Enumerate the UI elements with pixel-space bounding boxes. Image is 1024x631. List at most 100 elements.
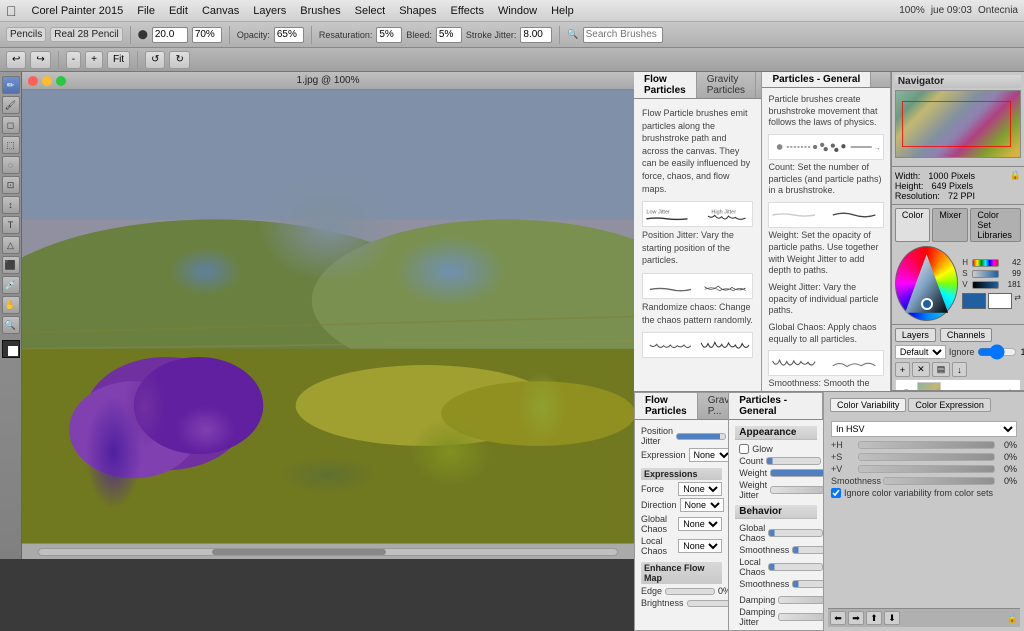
tool-eyedropper[interactable]: 💉: [2, 276, 20, 294]
smoothness-slider[interactable]: [792, 546, 823, 554]
tab-mixer[interactable]: Mixer: [932, 208, 968, 242]
tool-brush[interactable]: 🖌: [2, 96, 20, 114]
zoom-out-btn[interactable]: -: [66, 51, 81, 69]
tool-pan[interactable]: ✋: [2, 296, 20, 314]
tab-gravity-particles[interactable]: Gravity Particles: [697, 72, 756, 98]
tab-color-variability[interactable]: Color Variability: [830, 398, 906, 412]
foreground-swatch[interactable]: [962, 293, 986, 309]
delete-layer-btn[interactable]: ✕: [912, 362, 930, 377]
expr-force-select[interactable]: None: [678, 482, 722, 496]
tool-fill[interactable]: ⬛: [2, 256, 20, 274]
local-chaos-slider[interactable]: [768, 563, 823, 571]
menu-help[interactable]: Help: [544, 3, 581, 19]
smoothness-cv-slider[interactable]: [883, 477, 995, 485]
panel-btn-2[interactable]: ➡: [848, 611, 864, 625]
damping-jitter-slider[interactable]: [778, 613, 823, 621]
menu-effects[interactable]: Effects: [444, 3, 491, 19]
tab-pg[interactable]: Particles - General: [729, 393, 823, 419]
tab-channels[interactable]: Channels: [940, 328, 992, 342]
tool-eraser[interactable]: ◻: [2, 116, 20, 134]
rotate-cw-btn[interactable]: ↻: [169, 51, 189, 69]
new-layer-btn[interactable]: +: [895, 362, 910, 377]
glow-checkbox[interactable]: [739, 444, 749, 454]
tool-transform[interactable]: ↕: [2, 196, 20, 214]
blend-mode-select[interactable]: Default: [895, 345, 946, 359]
tool-lasso[interactable]: ◌: [2, 156, 20, 174]
as-slider[interactable]: [858, 453, 995, 461]
menu-layers[interactable]: Layers: [246, 3, 293, 19]
maximize-button[interactable]: [56, 76, 66, 86]
tool-shape[interactable]: △: [2, 236, 20, 254]
layer-canvas[interactable]: 👁 Canvas 🔒: [895, 379, 1021, 391]
minimize-button[interactable]: [42, 76, 52, 86]
weight-jitter-slider[interactable]: [770, 486, 823, 494]
scrollbar-thumb-h[interactable]: [212, 549, 385, 555]
panel-btn-3[interactable]: ⬆: [866, 611, 882, 625]
global-chaos-slider[interactable]: [768, 529, 823, 537]
fit-btn[interactable]: Fit: [107, 51, 130, 69]
redo-btn[interactable]: ↪: [30, 51, 50, 69]
menu-canvas[interactable]: Canvas: [195, 3, 246, 19]
panel-btn-1[interactable]: ⬅: [830, 611, 846, 625]
tool-selection[interactable]: ⬚: [2, 136, 20, 154]
foreground-color-swatch[interactable]: [2, 340, 20, 358]
layer-visibility-icon[interactable]: 👁: [900, 389, 913, 392]
damping-slider[interactable]: [778, 596, 823, 604]
hue-slider[interactable]: [972, 259, 999, 267]
color-var-mode-select[interactable]: In HSV: [831, 421, 1017, 437]
ah-slider[interactable]: [858, 441, 995, 449]
expr-global-chaos-select[interactable]: None: [678, 517, 722, 531]
expr-local-chaos-select[interactable]: None: [678, 539, 722, 553]
tool-pencil[interactable]: ✏: [2, 76, 20, 94]
resaturation-input[interactable]: [376, 27, 402, 43]
tool-crop[interactable]: ⊡: [2, 176, 20, 194]
tab-color-expression[interactable]: Color Expression: [908, 398, 991, 412]
count-slider[interactable]: [766, 457, 821, 465]
brush-size-input[interactable]: [152, 27, 188, 43]
background-color-swatch[interactable]: [7, 345, 19, 357]
tool-text[interactable]: T: [2, 216, 20, 234]
scrollbar-track-h[interactable]: [38, 548, 618, 556]
rotate-ccw-btn[interactable]: ↺: [145, 51, 165, 69]
background-swatch[interactable]: [988, 293, 1012, 309]
ignore-color-var-checkbox[interactable]: [831, 488, 841, 498]
tab-color[interactable]: Color: [895, 208, 931, 242]
av-slider[interactable]: [858, 465, 995, 473]
menu-file[interactable]: File: [130, 3, 162, 19]
tab-color-set[interactable]: Color Set Libraries: [970, 208, 1021, 242]
apple-menu[interactable]: : [6, 3, 17, 19]
menu-select[interactable]: Select: [348, 3, 393, 19]
bleed-input[interactable]: [436, 27, 462, 43]
zoom-in-btn[interactable]: +: [85, 51, 103, 69]
horizontal-scrollbar[interactable]: [22, 543, 634, 559]
zoom-input[interactable]: [192, 27, 222, 43]
panel-btn-4[interactable]: ⬇: [884, 611, 900, 625]
layer-move-down-btn[interactable]: ↓: [952, 362, 967, 377]
menu-shapes[interactable]: Shapes: [392, 3, 443, 19]
layer-group-btn[interactable]: ▤: [932, 362, 951, 377]
color-selector-dot[interactable]: [921, 298, 933, 310]
brushes-search-input[interactable]: [583, 27, 663, 43]
opacity-input[interactable]: [274, 27, 304, 43]
tab-gravity-props[interactable]: Gravity P...: [698, 393, 730, 419]
layer-opacity-slider[interactable]: [977, 346, 1017, 358]
undo-btn[interactable]: ↩: [6, 51, 26, 69]
expression-select[interactable]: None: [689, 448, 729, 462]
brightness-slider[interactable]: [687, 600, 729, 607]
expr-direction-select[interactable]: None: [680, 498, 724, 512]
tab-flow-particles[interactable]: Flow Particles: [634, 72, 697, 98]
menu-corel[interactable]: Corel Painter 2015: [25, 3, 131, 19]
tab-flow-props[interactable]: Flow Particles: [635, 393, 698, 419]
val-slider[interactable]: [972, 281, 999, 289]
close-button[interactable]: [28, 76, 38, 86]
swap-colors-btn[interactable]: ⇄: [1014, 293, 1021, 309]
menu-brushes[interactable]: Brushes: [293, 3, 347, 19]
sat-slider[interactable]: [972, 270, 999, 278]
edge-slider[interactable]: [665, 588, 715, 595]
canvas-painting[interactable]: [22, 90, 634, 543]
position-jitter-slider[interactable]: [676, 433, 726, 440]
weight-slider[interactable]: [770, 469, 823, 477]
menu-window[interactable]: Window: [491, 3, 544, 19]
menu-edit[interactable]: Edit: [162, 3, 195, 19]
smoothness2-slider[interactable]: [792, 580, 823, 588]
